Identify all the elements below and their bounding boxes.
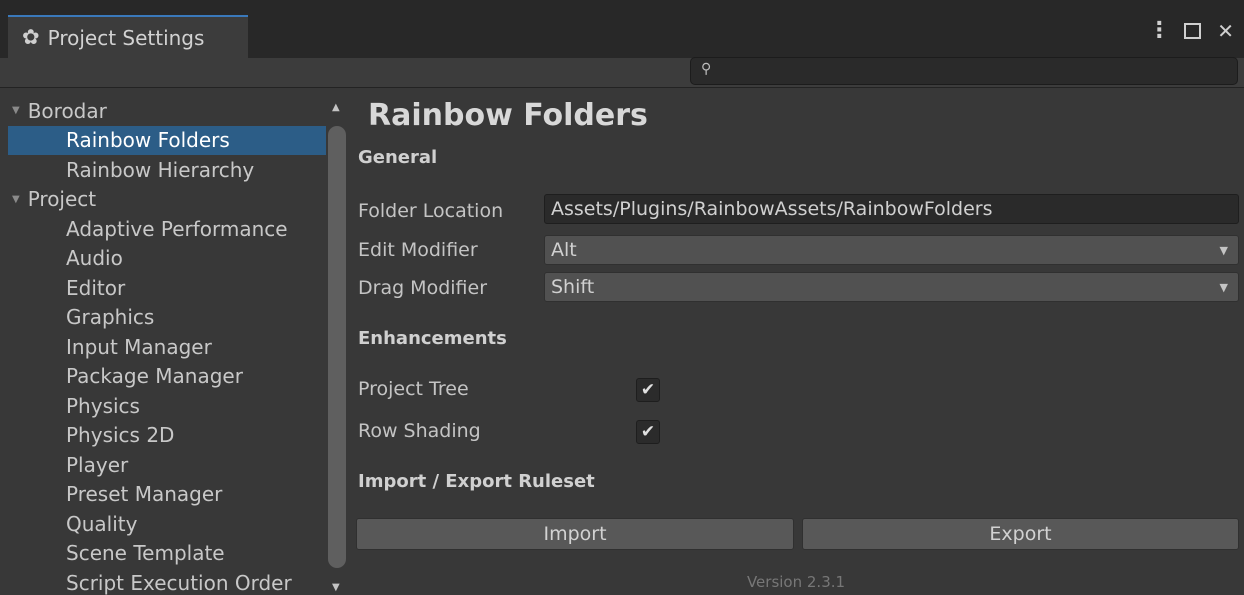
drag-modifier-value: Shift [551,276,595,298]
sidebar-item[interactable]: Physics [8,391,326,421]
search-icon: ⚲ [701,61,712,77]
version-label: Version 2.3.1 [746,573,846,591]
export-button[interactable]: Export [802,518,1239,550]
folder-location-value: Assets/Plugins/RainbowAssets/RainbowFold… [551,198,993,220]
window-titlebar: ✿ Project Settings ⋮ ✕ [0,0,1244,58]
chevron-down-icon: ▼ [1219,281,1228,294]
sidebar-item-label: Input Manager [66,334,212,359]
project-tree-label: Project Tree [358,378,469,400]
settings-sidebar: ▼ Borodar Rainbow Folders Rainbow Hierarchy… [8,96,326,595]
sidebar-item[interactable]: Quality [8,509,326,539]
sidebar-item[interactable]: Script Execution Order [8,568,326,595]
section-general-heading: General [358,147,438,168]
settings-panel: Rainbow Folders General Folder Location … [348,88,1244,595]
sidebar-item[interactable]: Editor [8,273,326,303]
sidebar-item[interactable]: Package Manager [8,362,326,392]
section-enhancements-heading: Enhancements [358,328,507,349]
sidebar-item-label: Preset Manager [66,482,223,507]
sidebar-item-label: Rainbow Folders [66,128,230,153]
sidebar-item[interactable]: Audio [8,244,326,274]
sidebar-item-label: Script Execution Order [66,570,292,595]
maximize-icon[interactable] [1184,23,1202,39]
sidebar-item-label: Project [27,187,97,212]
edit-modifier-value: Alt [551,239,577,261]
scrollbar-thumb[interactable] [328,126,346,568]
search-input[interactable]: ⚲ [690,57,1238,85]
sidebar-item[interactable]: Preset Manager [8,480,326,510]
sidebar-item[interactable]: Player [8,450,326,480]
scroll-down-arrow-icon[interactable]: ▼ [332,582,340,593]
sidebar-scrollbar[interactable]: ▲ ▼ [326,96,348,595]
sidebar-item[interactable]: Adaptive Performance [8,214,326,244]
row-shading-label: Row Shading [358,420,481,442]
checkmark-icon: ✔ [640,380,656,400]
edit-modifier-dropdown[interactable]: Alt ▼ [544,235,1239,265]
sidebar-item-label: Scene Template [66,541,225,566]
expand-triangle-icon[interactable]: ▼ [12,194,20,205]
sidebar-item[interactable]: Physics 2D [8,421,326,451]
kebab-menu-icon[interactable]: ⋮ [1148,20,1170,42]
sidebar-item-label: Player [66,452,129,477]
section-ruleset-heading: Import / Export Ruleset [358,471,595,492]
project-tree-checkbox[interactable]: ✔ [636,378,660,402]
sidebar-item-label: Editor [66,275,126,300]
drag-modifier-label: Drag Modifier [358,277,488,299]
sidebar-item[interactable]: Input Manager [8,332,326,362]
sidebar-item-label: Physics [66,393,140,418]
sidebar-item-label: Graphics [66,305,155,330]
scroll-up-arrow-icon[interactable]: ▲ [332,102,340,113]
sidebar-item[interactable]: Rainbow Folders [8,125,326,155]
folder-location-field[interactable]: Assets/Plugins/RainbowAssets/RainbowFold… [544,194,1239,224]
folder-location-label: Folder Location [358,200,504,222]
sidebar-item-label: Borodar [27,98,107,123]
checkmark-icon: ✔ [640,422,656,442]
page-title: Rainbow Folders [368,98,648,133]
tab-project-settings[interactable]: ✿ Project Settings [8,15,248,58]
sidebar-item-label: Physics 2D [66,423,175,448]
chevron-down-icon: ▼ [1219,244,1228,257]
sidebar-item-label: Quality [66,511,138,536]
sidebar-item-label: Audio [66,246,123,271]
drag-modifier-dropdown[interactable]: Shift ▼ [544,272,1239,302]
import-button[interactable]: Import [356,518,794,550]
sidebar-item-label: Adaptive Performance [66,216,288,241]
close-icon[interactable]: ✕ [1217,21,1234,41]
sidebar-group[interactable]: ▼ Project [8,185,326,215]
sidebar-item-label: Rainbow Hierarchy [66,157,255,182]
window-controls: ⋮ ✕ [1148,20,1234,42]
row-shading-checkbox[interactable]: ✔ [636,420,660,444]
sidebar-group[interactable]: ▼ Borodar [8,96,326,126]
tab-title: Project Settings [47,25,205,50]
edit-modifier-label: Edit Modifier [358,239,478,261]
expand-triangle-icon[interactable]: ▼ [12,105,20,116]
sidebar-item-label: Package Manager [66,364,243,389]
sidebar-item[interactable]: Graphics [8,303,326,333]
sidebar-item[interactable]: Scene Template [8,539,326,569]
gear-icon: ✿ [22,25,40,49]
sidebar-item[interactable]: Rainbow Hierarchy [8,155,326,185]
